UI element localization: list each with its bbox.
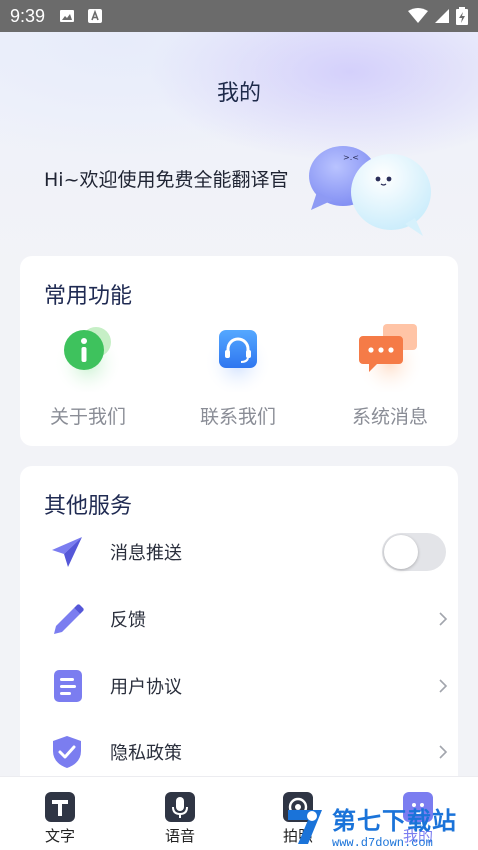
signal-icon bbox=[435, 9, 449, 23]
font-a-icon bbox=[88, 9, 103, 23]
about-us-item[interactable]: 关于我们 bbox=[28, 322, 148, 429]
microphone-icon bbox=[165, 792, 195, 822]
headset-icon bbox=[204, 326, 272, 392]
watermark: 第七下载站 www.d7down.com bbox=[282, 800, 478, 850]
watermark-url: www.d7down.com bbox=[332, 835, 433, 850]
info-icon bbox=[54, 326, 122, 392]
feedback-row[interactable]: 反馈 bbox=[20, 592, 458, 646]
status-time: 9:39 bbox=[10, 5, 46, 26]
chevron-right-icon bbox=[439, 745, 448, 759]
privacy-policy-row[interactable]: 隐私政策 bbox=[20, 725, 458, 779]
page-title: 我的 bbox=[216, 81, 261, 106]
push-notification-label: 消息推送 bbox=[110, 543, 182, 564]
tab-voice-label: 语音 bbox=[164, 827, 195, 845]
chevron-right-icon bbox=[439, 679, 448, 693]
shield-check-icon bbox=[53, 736, 81, 768]
status-bar: 9:39 bbox=[0, 0, 478, 32]
contact-us-label: 联系我们 bbox=[199, 406, 276, 428]
system-messages-label: 系统消息 bbox=[351, 406, 428, 428]
privacy-policy-label: 隐私政策 bbox=[110, 743, 182, 764]
feedback-label: 反馈 bbox=[110, 610, 146, 631]
svg-text:>.<: >.< bbox=[343, 153, 359, 162]
tab-text[interactable]: 文字 bbox=[30, 791, 90, 846]
watermark-logo-icon bbox=[288, 810, 322, 844]
watermark-site-name: 第七下载站 bbox=[332, 806, 457, 835]
tab-text-label: 文字 bbox=[44, 827, 75, 845]
text-t-icon bbox=[45, 792, 75, 822]
status-right-icons bbox=[408, 7, 468, 25]
chat-bubble-mascot-icon: >.< bbox=[309, 146, 431, 236]
image-icon bbox=[60, 10, 75, 22]
user-agreement-label: 用户协议 bbox=[110, 677, 182, 698]
watermark-text-group: 第七下载站 www.d7down.com bbox=[332, 801, 457, 850]
push-notification-row: 消息推送 bbox=[20, 525, 458, 579]
tab-voice[interactable]: 语音 bbox=[150, 791, 210, 846]
chevron-right-icon bbox=[439, 612, 448, 626]
about-us-label: 关于我们 bbox=[49, 406, 126, 428]
chat-bubbles-icon bbox=[356, 324, 424, 392]
push-notification-toggle[interactable] bbox=[382, 533, 446, 571]
contact-us-item[interactable]: 联系我们 bbox=[178, 322, 298, 429]
system-messages-item[interactable]: 系统消息 bbox=[330, 322, 450, 429]
pencil-icon bbox=[54, 604, 84, 634]
toggle-knob bbox=[384, 535, 418, 569]
other-services-title: 其他服务 bbox=[44, 494, 133, 519]
user-agreement-row[interactable]: 用户协议 bbox=[20, 659, 458, 713]
document-icon bbox=[54, 670, 82, 702]
battery-icon bbox=[456, 7, 468, 25]
wifi-icon bbox=[408, 8, 428, 23]
common-functions-card: 常用功能 关于我们 联系我们 系统消息 bbox=[20, 256, 458, 446]
paper-plane-icon bbox=[52, 537, 82, 567]
common-functions-title: 常用功能 bbox=[44, 284, 133, 309]
other-services-card: 其他服务 消息推送 反馈 用户协议 隐私政策 bbox=[20, 466, 458, 796]
greeting-text: Hi~欢迎使用免费全能翻译官 bbox=[44, 169, 289, 191]
